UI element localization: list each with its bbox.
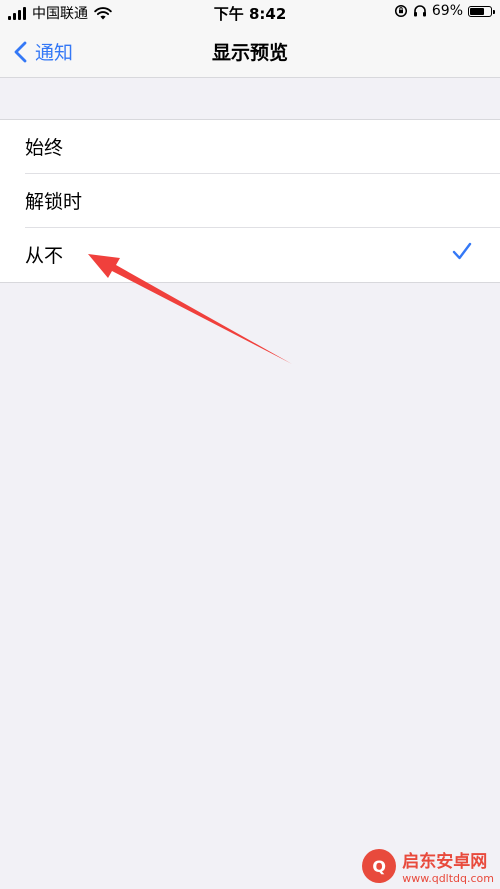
option-when-unlocked[interactable]: 解锁时 (0, 174, 500, 228)
battery-icon (468, 5, 495, 17)
orientation-lock-icon (394, 4, 407, 18)
option-never[interactable]: 从不 (0, 228, 500, 282)
page-title: 显示预览 (211, 42, 288, 64)
watermark-name: 启东安卓网 (402, 852, 488, 872)
battery-fill (470, 7, 484, 15)
checkmark-icon (452, 242, 472, 260)
watermark: Q 启东安卓网 www.qdltdq.com (362, 847, 494, 885)
battery-percent: 69% (431, 3, 463, 19)
option-label: 从不 (25, 245, 64, 267)
watermark-url: www.qdltdq.com (402, 872, 494, 885)
watermark-text: 启东安卓网 www.qdltdq.com (402, 847, 494, 885)
option-label: 解锁时 (25, 191, 83, 213)
navigation-bar: 通知 显示预览 (0, 26, 500, 78)
option-always[interactable]: 始终 (0, 120, 500, 174)
status-bar: 中国联通 下午 8:42 69% (0, 0, 500, 26)
watermark-logo: Q (362, 849, 397, 883)
preview-options-list: 始终 解锁时 从不 (0, 119, 500, 283)
status-right: 69% (394, 3, 495, 19)
option-label: 始终 (25, 137, 64, 159)
headphones-icon (413, 5, 426, 17)
